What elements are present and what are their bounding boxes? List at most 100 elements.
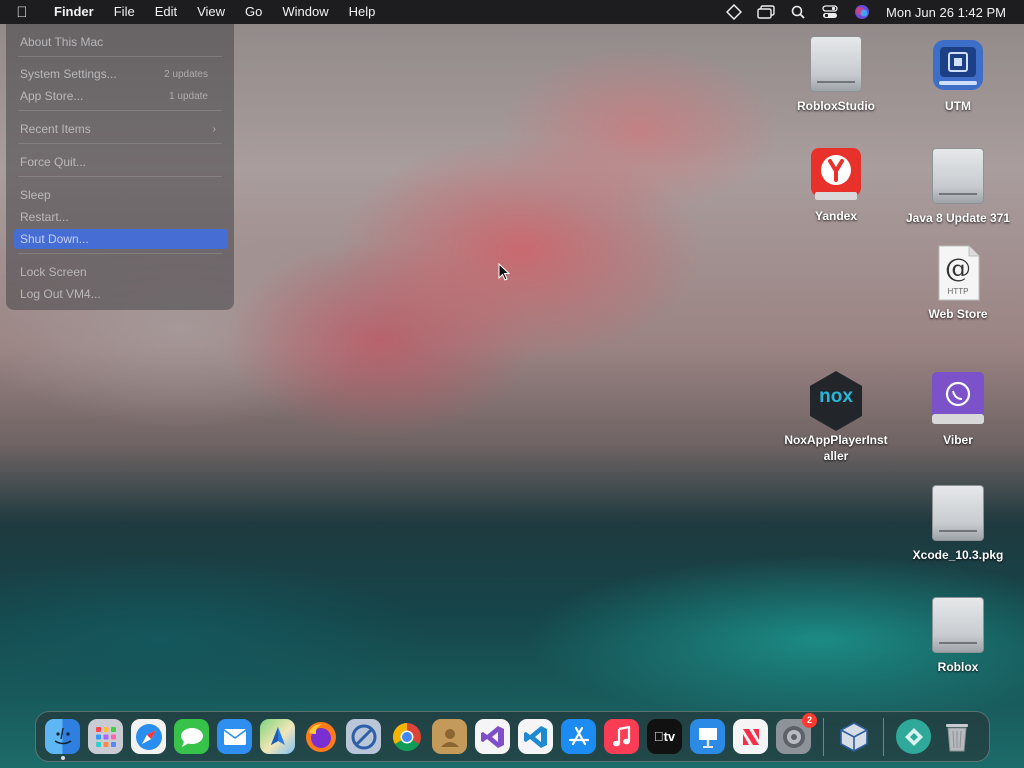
vscode-icon[interactable] (518, 719, 553, 754)
updates-badge: 1 update (169, 90, 208, 102)
desktop-icon-viber[interactable]: Viber (902, 370, 1014, 448)
dock-separator (883, 717, 884, 756)
viber-disk-icon (929, 370, 987, 428)
menu-finder[interactable]: Finder (44, 0, 104, 24)
menu-help[interactable]: Help (339, 0, 386, 24)
system-settings-icon[interactable]: 2 (776, 713, 817, 754)
menu-window[interactable]: Window (272, 0, 338, 24)
desktop-icon-web-store[interactable]: @ HTTP Web Store (902, 244, 1014, 322)
apple-menu-icon[interactable]:  (0, 4, 44, 21)
label-line: aller (823, 449, 849, 463)
apple-tv-icon[interactable]: tv (647, 719, 682, 754)
desktop-icon-label: Xcode_10.3.pkg (912, 548, 1004, 562)
desktop-icon-label: Java 8 Update 371 (905, 211, 1011, 225)
menu-app-store[interactable]: App Store... 1 update (14, 86, 228, 106)
menu-item-label: App Store... (20, 89, 84, 103)
maps-icon[interactable] (260, 719, 295, 754)
menu-separator (18, 253, 222, 254)
nox-logo-text: nox (819, 386, 853, 407)
desktop-icon-label: RobloxStudio (797, 99, 875, 113)
menu-item-label: System Settings... (20, 67, 117, 81)
disk-image-icon (929, 148, 987, 206)
submenu-chevron-icon: › (212, 123, 216, 135)
visual-studio-icon[interactable] (475, 719, 510, 754)
menu-item-label: Restart... (20, 210, 69, 224)
window-switch-icon[interactable] (750, 0, 782, 24)
music-icon[interactable] (604, 719, 639, 754)
tv-text: tv (658, 729, 676, 744)
contacts-icon[interactable] (432, 719, 467, 754)
desktop-icon-xcode-pkg[interactable]: Xcode_10.3.pkg (902, 485, 1014, 563)
http-tag: HTTP (947, 287, 969, 296)
siri-icon[interactable] (846, 0, 878, 24)
desktop-icon-nox[interactable]: nox NoxAppPlayerInst aller (780, 370, 892, 464)
menu-force-quit[interactable]: Force Quit... (14, 152, 228, 172)
messages-icon[interactable] (174, 719, 209, 754)
menu-bar:  Finder File Edit View Go Window Help M… (0, 0, 1024, 24)
desktop-icon-label: Yandex (814, 209, 858, 223)
label-line: NoxAppPlayerInst (784, 433, 888, 447)
desktop-icon-label: NoxAppPlayerInst aller (780, 432, 892, 464)
menu-item-label: Log Out VM4... (20, 287, 101, 301)
apple-tv-label: tv (654, 729, 675, 744)
keynote-icon[interactable] (690, 719, 725, 754)
menu-edit[interactable]: Edit (145, 0, 187, 24)
disk-image-icon (929, 597, 987, 655)
menu-separator (18, 176, 222, 177)
menu-restart[interactable]: Restart... (14, 207, 228, 227)
menu-item-label: Sleep (20, 188, 51, 202)
disk-image-icon (807, 36, 865, 94)
desktop-icon-roblox-studio[interactable]: RobloxStudio (780, 36, 892, 114)
desktop-icon-java[interactable]: Java 8 Update 371 (902, 148, 1014, 226)
menu-item-label: Force Quit... (20, 155, 87, 169)
blocked-app-icon[interactable] (346, 719, 381, 754)
app-store-icon[interactable] (561, 719, 596, 754)
virtualbox-icon[interactable] (836, 719, 871, 754)
menu-item-label: Shut Down... (20, 232, 89, 246)
desktop-icon-label: Roblox (937, 660, 979, 674)
desktop-icon-roblox[interactable]: Roblox (902, 597, 1014, 675)
apple-menu-dropdown: About This Mac System Settings... 2 updat… (6, 24, 234, 310)
utm-app-icon (929, 36, 987, 94)
updates-badge: 2 updates (164, 68, 208, 80)
menu-shut-down[interactable]: Shut Down... (14, 229, 228, 249)
menubar-clock[interactable]: Mon Jun 26 1:42 PM (878, 5, 1024, 20)
dock-separator (823, 717, 824, 756)
launchpad-icon[interactable] (88, 719, 123, 754)
menu-separator (18, 56, 222, 57)
desktop-icon-utm[interactable]: UTM (902, 36, 1014, 114)
menu-sleep[interactable]: Sleep (14, 185, 228, 205)
safari-icon[interactable] (131, 719, 166, 754)
desktop-icon-label: Web Store (928, 307, 988, 321)
nox-app-icon: nox (807, 370, 865, 431)
menu-go[interactable]: Go (235, 0, 272, 24)
yandex-browser-icon (807, 146, 865, 204)
menu-log-out[interactable]: Log Out VM4... (14, 284, 228, 304)
notification-badge: 2 (802, 713, 817, 728)
menu-file[interactable]: File (104, 0, 145, 24)
news-icon[interactable] (733, 719, 768, 754)
menu-separator (18, 110, 222, 111)
unknown-app-icon[interactable] (896, 719, 931, 754)
chrome-icon[interactable] (389, 719, 424, 754)
vpn-diamond-icon[interactable] (718, 0, 750, 24)
running-indicator (60, 756, 65, 760)
firefox-icon[interactable] (303, 719, 338, 754)
trash-icon[interactable] (939, 719, 974, 754)
desktop-icon-label: Viber (943, 433, 973, 447)
menu-about-this-mac[interactable]: About This Mac (14, 32, 228, 52)
control-center-icon[interactable] (814, 0, 846, 24)
menu-system-settings[interactable]: System Settings... 2 updates (14, 64, 228, 84)
desktop-icon-yandex[interactable]: Yandex (780, 146, 892, 224)
menu-item-label: Recent Items (20, 122, 91, 136)
desktop-icon-label: UTM (945, 99, 971, 113)
menu-lock-screen[interactable]: Lock Screen (14, 262, 228, 282)
webloc-file-icon: @ HTTP (929, 244, 987, 302)
finder-icon[interactable] (45, 719, 80, 760)
search-icon[interactable] (782, 0, 814, 24)
mail-icon[interactable] (217, 719, 252, 754)
menu-separator (18, 143, 222, 144)
menu-view[interactable]: View (187, 0, 235, 24)
menu-recent-items[interactable]: Recent Items › (14, 119, 228, 139)
dock: tv 2 (35, 711, 990, 762)
